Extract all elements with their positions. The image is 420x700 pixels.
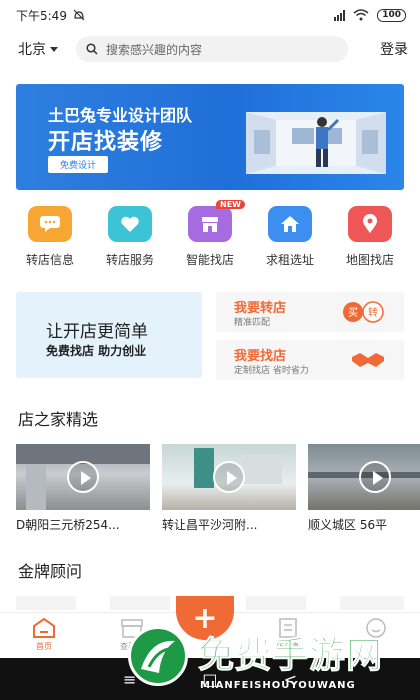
free-design-button[interactable]: 免费设计 [48,156,109,173]
shop-caption: 转让昌平沙河附... [162,518,258,532]
category-transfer-info[interactable]: 转店信息 [14,206,86,268]
section-advisors-title: 金牌顾问 [18,562,83,581]
shop-card[interactable]: 顺义城区 56平 [308,444,420,533]
category-label: 转店信息 [25,253,74,267]
status-time: 下午5:49 [16,8,67,23]
shop-thumbnail [162,444,296,510]
shop-caption: D朝阳三元桥254... [16,518,120,532]
advisor-card-edge [340,596,404,610]
category-label: 转店服务 [105,253,154,267]
battery-icon: 100 [377,8,406,22]
status-bar: 下午5:49 100 [0,0,420,30]
new-badge: NEW [216,200,245,209]
home-icon [268,206,312,242]
category-transfer-service[interactable]: 转店服务 [94,206,166,268]
city-label: 北京 [18,42,46,58]
chevron-down-icon [50,46,58,52]
find-store-subtitle: 定制找店 省时省力 [234,366,309,376]
shop-caption: 顺义城区 56平 [308,518,388,532]
shop-card[interactable]: 转让昌平沙河附... [162,444,296,533]
category-label: 智能找店 [185,253,234,267]
shop-thumbnail [16,444,150,510]
top-header: 北京 搜索感兴趣的内容 登录 [0,30,420,68]
play-icon[interactable] [359,461,391,493]
advisor-card-edge [246,596,306,610]
category-grid: 转店信息 转店服务 NEW 智能找店 求租选址 地图找店 [0,200,420,268]
search-input[interactable]: 搜索感兴趣的内容 [76,36,348,62]
login-button[interactable]: 登录 [380,39,408,59]
transfer-icon-sell: 转 [368,306,378,319]
map-pin-icon [348,206,392,242]
promo-title: 让开店更简单 [46,322,148,342]
shop-card[interactable]: D朝阳三元桥254... [16,444,150,533]
transfer-icon: 买 转 [343,301,384,323]
banner-line1: 土巴兔专业设计团队 [48,106,193,125]
banner-line2: 开店找装修 [48,130,164,155]
category-label: 求租选址 [265,253,314,267]
city-selector[interactable]: 北京 [18,39,76,59]
heart-icon [108,206,152,242]
tab-home[interactable]: 首页 [4,613,84,658]
search-icon [86,43,98,55]
banner-room-illustration [246,112,386,174]
watermark-subtitle: MIANFEISHOUYOUWANG [200,680,356,691]
promo-subtitle: 免费找店 助力创业 [46,344,147,358]
handshake-icon [352,353,384,367]
home-tab-icon [33,617,55,638]
category-rent-site[interactable]: 求租选址 [254,206,326,268]
category-map-find[interactable]: 地图找店 [334,206,406,268]
transfer-store-title: 我要转店 [234,301,287,316]
play-icon[interactable] [213,461,245,493]
find-store-card[interactable]: 我要找店 定制找店 省时省力 [216,340,404,380]
category-label: 地图找店 [345,253,394,267]
watermark-title: 免费手游网 [197,635,384,677]
find-store-title: 我要找店 [234,349,287,364]
do-not-disturb-icon [73,9,85,21]
search-placeholder: 搜索感兴趣的内容 [106,42,203,57]
store-icon [188,206,232,242]
watermark-logo-icon [128,626,188,686]
transfer-store-subtitle: 精准匹配 [234,318,271,328]
transfer-icon-buy: 买 [348,307,358,319]
category-smart-find[interactable]: NEW 智能找店 [174,200,246,268]
transfer-store-card[interactable]: 我要转店 精准匹配 买 转 [216,292,404,332]
shop-thumbnail [308,444,420,510]
signal-icon [334,9,346,21]
section-featured-title: 店之家精选 [18,410,99,429]
wifi-icon [353,9,369,21]
play-icon[interactable] [67,461,99,493]
advisor-card-edge [16,596,76,610]
featured-shops-list: D朝阳三元桥254... 转让昌平沙河附... 顺义城区 56平 [16,444,420,534]
promo-card[interactable]: 让开店更简单 免费找店 助力创业 [16,292,202,378]
site-watermark: 免费手游网 MIANFEISHOUYOUWANG [120,620,420,700]
promo-banner[interactable]: 土巴兔专业设计团队 开店找装修 免费设计 [16,84,404,190]
advisor-card-edge [110,596,170,610]
chat-icon [28,206,72,242]
tab-label: 首页 [36,642,52,651]
